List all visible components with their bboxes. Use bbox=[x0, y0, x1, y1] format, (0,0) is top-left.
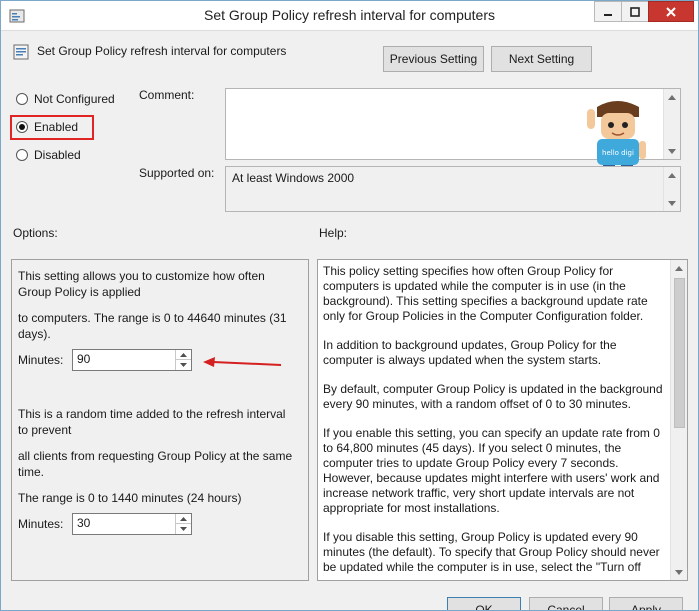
scroll-down-icon[interactable] bbox=[664, 143, 680, 159]
help-label: Help: bbox=[319, 226, 348, 240]
scroll-up-icon[interactable] bbox=[664, 167, 680, 183]
spin-up-icon[interactable] bbox=[176, 350, 191, 360]
disabled-option[interactable]: Disabled bbox=[16, 148, 81, 162]
spin-down-icon[interactable] bbox=[176, 360, 191, 370]
scroll-up-icon[interactable] bbox=[664, 89, 680, 105]
minimize-button[interactable] bbox=[594, 1, 622, 22]
spin-buttons[interactable] bbox=[175, 350, 191, 370]
help-paragraph: If you enable this setting, you can spec… bbox=[323, 426, 660, 515]
options-label: Options: bbox=[13, 226, 58, 240]
next-setting-button[interactable]: Next Setting bbox=[491, 46, 592, 72]
help-paragraph: By default, computer Group Policy is upd… bbox=[323, 382, 663, 411]
disabled-label: Disabled bbox=[34, 148, 81, 162]
mascot-shirt-text: hello digi bbox=[602, 149, 634, 157]
policy-dialog: Set Group Policy refresh interval for co… bbox=[0, 0, 699, 611]
not-configured-option[interactable]: Not Configured bbox=[16, 92, 115, 106]
supported-on-field: At least Windows 2000 bbox=[225, 166, 681, 212]
policy-icon bbox=[13, 44, 29, 60]
help-panel: This policy setting specifies how often … bbox=[317, 259, 688, 581]
options-description-1: This setting allows you to customize how… bbox=[18, 269, 265, 299]
options-description-5: The range is 0 to 1440 minutes (24 hours… bbox=[18, 491, 242, 505]
title-bar[interactable]: Set Group Policy refresh interval for co… bbox=[1, 1, 698, 31]
options-description-4: all clients from requesting Group Policy… bbox=[18, 449, 293, 479]
supported-on-label: Supported on: bbox=[139, 166, 215, 180]
supported-scrollbar[interactable] bbox=[663, 167, 680, 211]
random-offset-minutes-spinbox[interactable]: 30 bbox=[72, 513, 192, 535]
scroll-down-icon[interactable] bbox=[671, 564, 687, 580]
help-paragraph: If you disable this setting, Group Polic… bbox=[323, 530, 660, 574]
help-paragraph: This policy setting specifies how often … bbox=[323, 264, 648, 323]
help-scroll-thumb[interactable] bbox=[674, 278, 685, 428]
help-text: This policy setting specifies how often … bbox=[323, 264, 668, 580]
ok-button[interactable]: OK bbox=[447, 597, 521, 610]
scroll-up-icon[interactable] bbox=[671, 260, 687, 276]
enabled-highlight-box bbox=[10, 115, 94, 140]
comment-scrollbar[interactable] bbox=[663, 89, 680, 159]
options-description-2: to computers. The range is 0 to 44640 mi… bbox=[18, 311, 287, 341]
scroll-down-icon[interactable] bbox=[664, 195, 680, 211]
spin-down-icon[interactable] bbox=[176, 524, 191, 534]
minutes-label-1: Minutes: bbox=[18, 353, 64, 367]
supported-on-value: At least Windows 2000 bbox=[232, 171, 355, 185]
refresh-minutes-value: 90 bbox=[77, 352, 91, 366]
cancel-button[interactable]: Cancel bbox=[529, 597, 603, 610]
help-scrollbar[interactable] bbox=[670, 260, 687, 580]
close-button[interactable] bbox=[648, 1, 694, 22]
disabled-radio[interactable] bbox=[16, 149, 28, 161]
comment-label: Comment: bbox=[139, 88, 195, 102]
not-configured-radio[interactable] bbox=[16, 93, 28, 105]
spin-up-icon[interactable] bbox=[176, 514, 191, 524]
maximize-icon bbox=[630, 6, 640, 17]
random-offset-minutes-value: 30 bbox=[77, 516, 91, 530]
help-paragraph: In addition to background updates, Group… bbox=[323, 338, 617, 367]
annotation-arrow-icon bbox=[203, 357, 282, 367]
options-panel: This setting allows you to customize how… bbox=[11, 259, 309, 581]
close-icon bbox=[666, 6, 676, 17]
maximize-button[interactable] bbox=[621, 1, 649, 22]
previous-setting-button[interactable]: Previous Setting bbox=[383, 46, 484, 72]
options-description-3: This is a random time added to the refre… bbox=[18, 407, 286, 437]
not-configured-label: Not Configured bbox=[34, 92, 115, 106]
minutes-label-2: Minutes: bbox=[18, 517, 64, 531]
help-scroll-track[interactable] bbox=[670, 260, 687, 580]
policy-name: Set Group Policy refresh interval for co… bbox=[37, 44, 287, 58]
spin-buttons[interactable] bbox=[175, 514, 191, 534]
refresh-minutes-spinbox[interactable]: 90 bbox=[72, 349, 192, 371]
minimize-icon bbox=[604, 13, 612, 16]
apply-button[interactable]: Apply bbox=[609, 597, 683, 610]
